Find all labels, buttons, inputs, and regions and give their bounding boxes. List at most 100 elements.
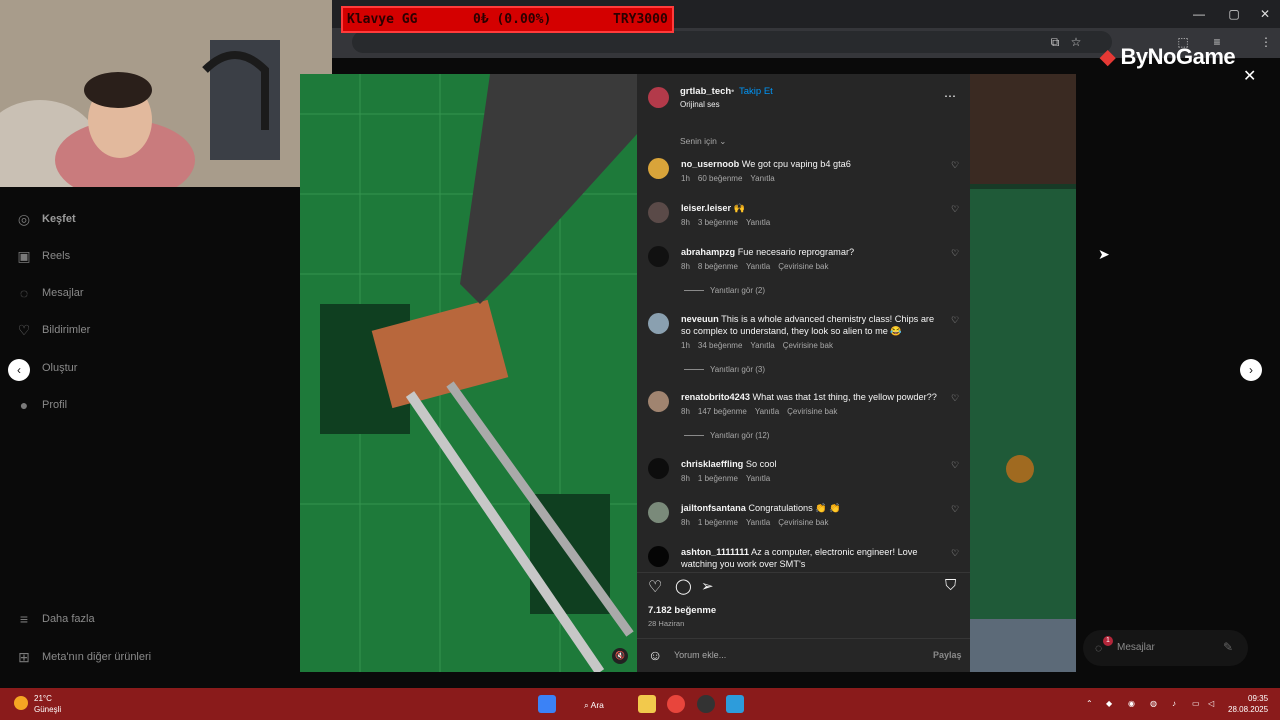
translate-button[interactable]: Çevirisine bak: [778, 518, 828, 527]
commenter-avatar[interactable]: [648, 502, 669, 523]
commenter-avatar[interactable]: [648, 546, 669, 567]
discord-icon[interactable]: ◉: [1128, 699, 1135, 708]
view-replies-button[interactable]: Yanıtları gör (12): [684, 431, 769, 440]
like-comment-icon[interactable]: ♡: [951, 393, 959, 404]
weather-sun-icon[interactable]: [14, 696, 28, 710]
nav-reels[interactable]: ▣ Reels: [16, 244, 70, 268]
maximize-icon[interactable]: ▢: [1219, 4, 1249, 24]
comment-likes[interactable]: 1 beğenme: [698, 474, 738, 483]
nav-messages[interactable]: ◌ Mesajlar: [16, 281, 84, 305]
reply-button[interactable]: Yanıtla: [746, 218, 770, 227]
like-comment-icon[interactable]: ♡: [951, 460, 959, 471]
wifi-icon[interactable]: ▭: [1192, 699, 1200, 708]
obs-icon[interactable]: [697, 695, 715, 713]
window-close-icon[interactable]: ✕: [1250, 4, 1280, 24]
nav-meta-products[interactable]: ⊞ Meta'nın diğer ürünleri: [16, 645, 151, 669]
taskbar-search[interactable]: ⌕ Ara: [584, 700, 604, 711]
chrome-icon[interactable]: [667, 695, 685, 713]
app-icon[interactable]: [726, 695, 744, 713]
comment-time: 8h: [681, 518, 690, 527]
commenter-avatar[interactable]: [648, 391, 669, 412]
like-comment-icon[interactable]: ♡: [951, 204, 959, 215]
comment-username[interactable]: jailtonfsantana: [681, 503, 746, 513]
reel-video[interactable]: 🔇: [300, 74, 637, 672]
comment-username[interactable]: renatobrito4243: [681, 392, 750, 402]
audio-label[interactable]: Orijinal ses: [680, 100, 720, 109]
emoji-icon[interactable]: ☺: [648, 647, 662, 663]
previous-post-button[interactable]: ‹: [8, 359, 30, 381]
mute-icon[interactable]: 🔇: [612, 648, 628, 664]
next-post-button[interactable]: ›: [1240, 359, 1262, 381]
network-shield-icon[interactable]: ◍: [1150, 699, 1157, 708]
steam-icon[interactable]: ◆: [1106, 699, 1112, 708]
comment-username[interactable]: abrahampzg: [681, 247, 735, 257]
comment-icon[interactable]: ◯: [675, 577, 692, 595]
more-options-icon[interactable]: ⋯: [944, 89, 956, 103]
author-avatar[interactable]: [648, 87, 669, 108]
clock-date[interactable]: 28.08.2025: [1228, 705, 1268, 714]
weather-temp[interactable]: 21°C: [34, 694, 52, 703]
menu-kebab-icon[interactable]: ⋮: [1257, 34, 1275, 50]
comment-likes[interactable]: 3 beğenme: [698, 218, 738, 227]
reply-button[interactable]: Yanıtla: [750, 174, 774, 183]
comment-username[interactable]: chrisklaeffling: [681, 459, 743, 469]
volume-icon[interactable]: ◁: [1208, 699, 1214, 708]
file-explorer-icon[interactable]: [638, 695, 656, 713]
sort-dropdown[interactable]: Senin için ⌄: [680, 136, 726, 147]
compose-icon[interactable]: ✎: [1223, 640, 1233, 654]
share-icon[interactable]: ➢: [701, 577, 714, 595]
comment-input[interactable]: Yorum ekle...: [674, 650, 726, 660]
like-comment-icon[interactable]: ♡: [951, 248, 959, 259]
mic-icon[interactable]: ♪: [1172, 699, 1176, 708]
comment-likes[interactable]: 34 beğenme: [698, 341, 742, 350]
comment-likes[interactable]: 60 beğenme: [698, 174, 742, 183]
save-bookmark-icon[interactable]: ⛉: [945, 577, 956, 594]
clock-time[interactable]: 09:35: [1248, 694, 1268, 703]
address-bar[interactable]: [352, 31, 1112, 53]
translate-button[interactable]: Çevirisine bak: [778, 262, 828, 271]
follow-button[interactable]: Takip Et: [739, 86, 773, 97]
commenter-avatar[interactable]: [648, 246, 669, 267]
reply-button[interactable]: Yanıtla: [746, 262, 770, 271]
messages-dock[interactable]: ◌ 1 Mesajlar ✎: [1083, 630, 1248, 666]
likes-count[interactable]: 7.182 beğenme: [648, 605, 716, 616]
comment-likes[interactable]: 147 beğenme: [698, 407, 747, 416]
windows-start-icon[interactable]: [538, 695, 556, 713]
commenter-avatar[interactable]: [648, 202, 669, 223]
comment-username[interactable]: leiser.leiser: [681, 203, 731, 213]
view-replies-button[interactable]: Yanıtları gör (2): [684, 286, 765, 295]
comment-likes[interactable]: 8 beğenme: [698, 262, 738, 271]
comment-likes[interactable]: 1 beğenme: [698, 518, 738, 527]
comment-username[interactable]: no_usernoob: [681, 159, 739, 169]
minimize-icon[interactable]: —: [1184, 4, 1214, 24]
reply-button[interactable]: Yanıtla: [755, 407, 779, 416]
tray-overflow-icon[interactable]: ⌃: [1086, 699, 1093, 708]
commenter-avatar[interactable]: [648, 313, 669, 334]
reply-button[interactable]: Yanıtla: [746, 518, 770, 527]
comment-username[interactable]: neveuun: [681, 314, 719, 324]
nav-notifications[interactable]: ♡ Bildirimler: [16, 318, 91, 342]
install-app-icon[interactable]: ⧉: [1046, 34, 1064, 50]
like-icon[interactable]: ♡: [648, 577, 662, 597]
post-comment-button[interactable]: Paylaş: [933, 650, 962, 660]
nav-profile[interactable]: ● Profil: [16, 393, 67, 417]
like-comment-icon[interactable]: ♡: [951, 160, 959, 171]
commenter-avatar[interactable]: [648, 158, 669, 179]
close-modal-icon[interactable]: ✕: [1243, 66, 1256, 86]
reply-button[interactable]: Yanıtla: [746, 474, 770, 483]
commenter-avatar[interactable]: [648, 458, 669, 479]
translate-button[interactable]: Çevirisine bak: [783, 341, 833, 350]
comment-text: What was that 1st thing, the yellow powd…: [752, 392, 937, 402]
translate-button[interactable]: Çevirisine bak: [787, 407, 837, 416]
nav-explore[interactable]: ◎ Keşfet: [16, 207, 76, 231]
like-comment-icon[interactable]: ♡: [951, 548, 959, 559]
like-comment-icon[interactable]: ♡: [951, 504, 959, 515]
author-username[interactable]: grtlab_tech: [680, 86, 731, 97]
like-comment-icon[interactable]: ♡: [951, 315, 959, 326]
comment-username[interactable]: ashton_1111111: [681, 547, 749, 557]
reply-button[interactable]: Yanıtla: [750, 341, 774, 350]
weather-desc[interactable]: Güneşli: [34, 705, 61, 714]
bookmark-star-icon[interactable]: ☆: [1067, 34, 1085, 50]
view-replies-button[interactable]: Yanıtları gör (3): [684, 365, 765, 374]
nav-more[interactable]: ≡ Daha fazla: [16, 607, 95, 631]
